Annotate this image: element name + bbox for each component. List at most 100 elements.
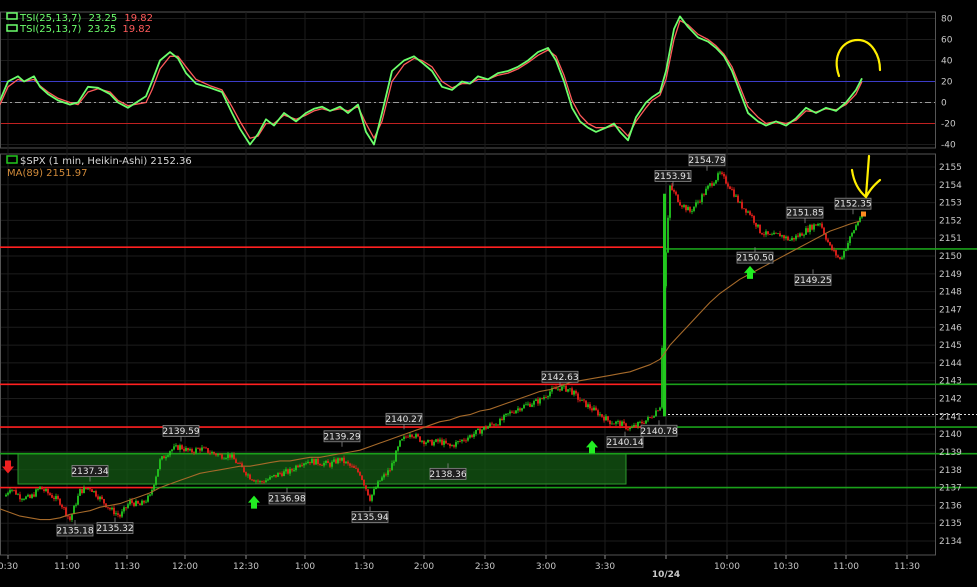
candle-body bbox=[729, 186, 731, 190]
candle-body bbox=[743, 208, 745, 210]
ma-legend-text: MA(89) 2151.97 bbox=[7, 168, 88, 179]
price-axis-label: 2141 bbox=[939, 412, 962, 422]
candle-body bbox=[849, 236, 851, 244]
candle-body bbox=[471, 435, 473, 437]
time-axis-label: 0:30 bbox=[0, 562, 18, 572]
candle-body bbox=[199, 448, 201, 451]
candle-body bbox=[393, 461, 395, 464]
candle-body bbox=[621, 421, 623, 426]
candle-body bbox=[391, 463, 393, 471]
candle-body bbox=[311, 458, 313, 464]
candle-body bbox=[813, 224, 815, 230]
candle-body bbox=[243, 467, 245, 473]
candle-body bbox=[89, 488, 91, 490]
candle-body bbox=[77, 495, 79, 505]
price-axis-label: 2137 bbox=[939, 484, 962, 494]
candle-body bbox=[81, 489, 83, 494]
candle-body bbox=[257, 480, 259, 482]
candle-body bbox=[759, 224, 761, 234]
candle-body bbox=[811, 224, 813, 230]
candle-body bbox=[725, 176, 727, 184]
candle-body bbox=[777, 233, 779, 235]
candle-body bbox=[25, 496, 27, 500]
candle-body bbox=[437, 439, 439, 442]
tsi-axis-label: 0 bbox=[941, 99, 947, 109]
candle-body bbox=[423, 440, 425, 445]
candle-body bbox=[775, 232, 777, 234]
candle-body bbox=[631, 426, 633, 428]
candle-body bbox=[417, 434, 419, 437]
candle-body bbox=[87, 488, 89, 490]
candle-body bbox=[851, 233, 853, 237]
price-callout: 2139.29 bbox=[323, 432, 360, 442]
candle-body bbox=[47, 489, 49, 494]
candle-body bbox=[71, 514, 73, 520]
candle-body bbox=[583, 399, 585, 401]
price-axis-label: 2152 bbox=[939, 216, 962, 226]
candle-body bbox=[489, 423, 491, 427]
candle-body bbox=[611, 423, 613, 425]
candle-body bbox=[501, 418, 503, 421]
candle-body bbox=[533, 400, 535, 405]
tsi-axis-label: 40 bbox=[941, 57, 953, 67]
price-axis-label: 2135 bbox=[939, 519, 962, 529]
tsi-line bbox=[0, 15, 863, 146]
candle-body bbox=[571, 388, 573, 395]
candle-body bbox=[499, 418, 501, 426]
candle-body bbox=[421, 440, 423, 442]
price-callout: 2135.94 bbox=[351, 513, 388, 523]
candle-body bbox=[757, 224, 759, 227]
candle-body bbox=[191, 449, 193, 453]
candle-body bbox=[367, 489, 369, 496]
tsi-signal-line bbox=[0, 19, 863, 139]
candle-body bbox=[39, 486, 41, 490]
candle-body bbox=[325, 460, 327, 463]
candle-body bbox=[711, 183, 713, 186]
candle-body bbox=[273, 474, 275, 477]
candle-body bbox=[667, 217, 669, 253]
candle-body bbox=[469, 435, 471, 438]
candle-body bbox=[375, 487, 377, 490]
candle-body bbox=[95, 491, 97, 497]
candle-body bbox=[731, 189, 733, 190]
candle-body bbox=[545, 397, 547, 399]
candle-body bbox=[549, 391, 551, 397]
candle-body bbox=[93, 491, 95, 492]
candle-body bbox=[825, 233, 827, 240]
candle-body bbox=[807, 228, 809, 232]
candle-body bbox=[727, 183, 729, 187]
candle-body bbox=[37, 489, 39, 490]
candle-body bbox=[575, 390, 577, 394]
price-axis-label: 2151 bbox=[939, 234, 962, 244]
candle-body bbox=[7, 492, 9, 495]
candle-body bbox=[641, 421, 643, 424]
candle-body bbox=[83, 487, 85, 494]
candle-body bbox=[785, 236, 787, 239]
candle-body bbox=[523, 405, 525, 409]
candle-body bbox=[439, 439, 441, 442]
candle-body bbox=[677, 194, 679, 203]
candle-body bbox=[49, 493, 51, 496]
candle-body bbox=[525, 404, 527, 406]
candle-body bbox=[751, 214, 753, 217]
candle-body bbox=[169, 451, 171, 456]
price-callout: 2154.79 bbox=[688, 156, 725, 166]
candle-body bbox=[487, 426, 489, 429]
candle-body bbox=[699, 201, 701, 203]
time-axis-label: 1:00 bbox=[295, 562, 315, 572]
candle-body bbox=[561, 386, 563, 391]
candle-body bbox=[143, 500, 145, 503]
candle-body bbox=[509, 411, 511, 414]
candle-body bbox=[137, 500, 139, 504]
candle-body bbox=[413, 436, 415, 438]
candle-body bbox=[215, 453, 217, 456]
price-callout: 2136.98 bbox=[268, 494, 305, 504]
candle-body bbox=[643, 423, 645, 425]
candle-body bbox=[175, 445, 177, 447]
candle-body bbox=[211, 451, 213, 453]
candle-body bbox=[233, 454, 235, 460]
candle-body bbox=[511, 411, 513, 413]
candle-body bbox=[351, 465, 353, 467]
candle-body bbox=[133, 502, 135, 507]
candle-body bbox=[847, 243, 849, 250]
